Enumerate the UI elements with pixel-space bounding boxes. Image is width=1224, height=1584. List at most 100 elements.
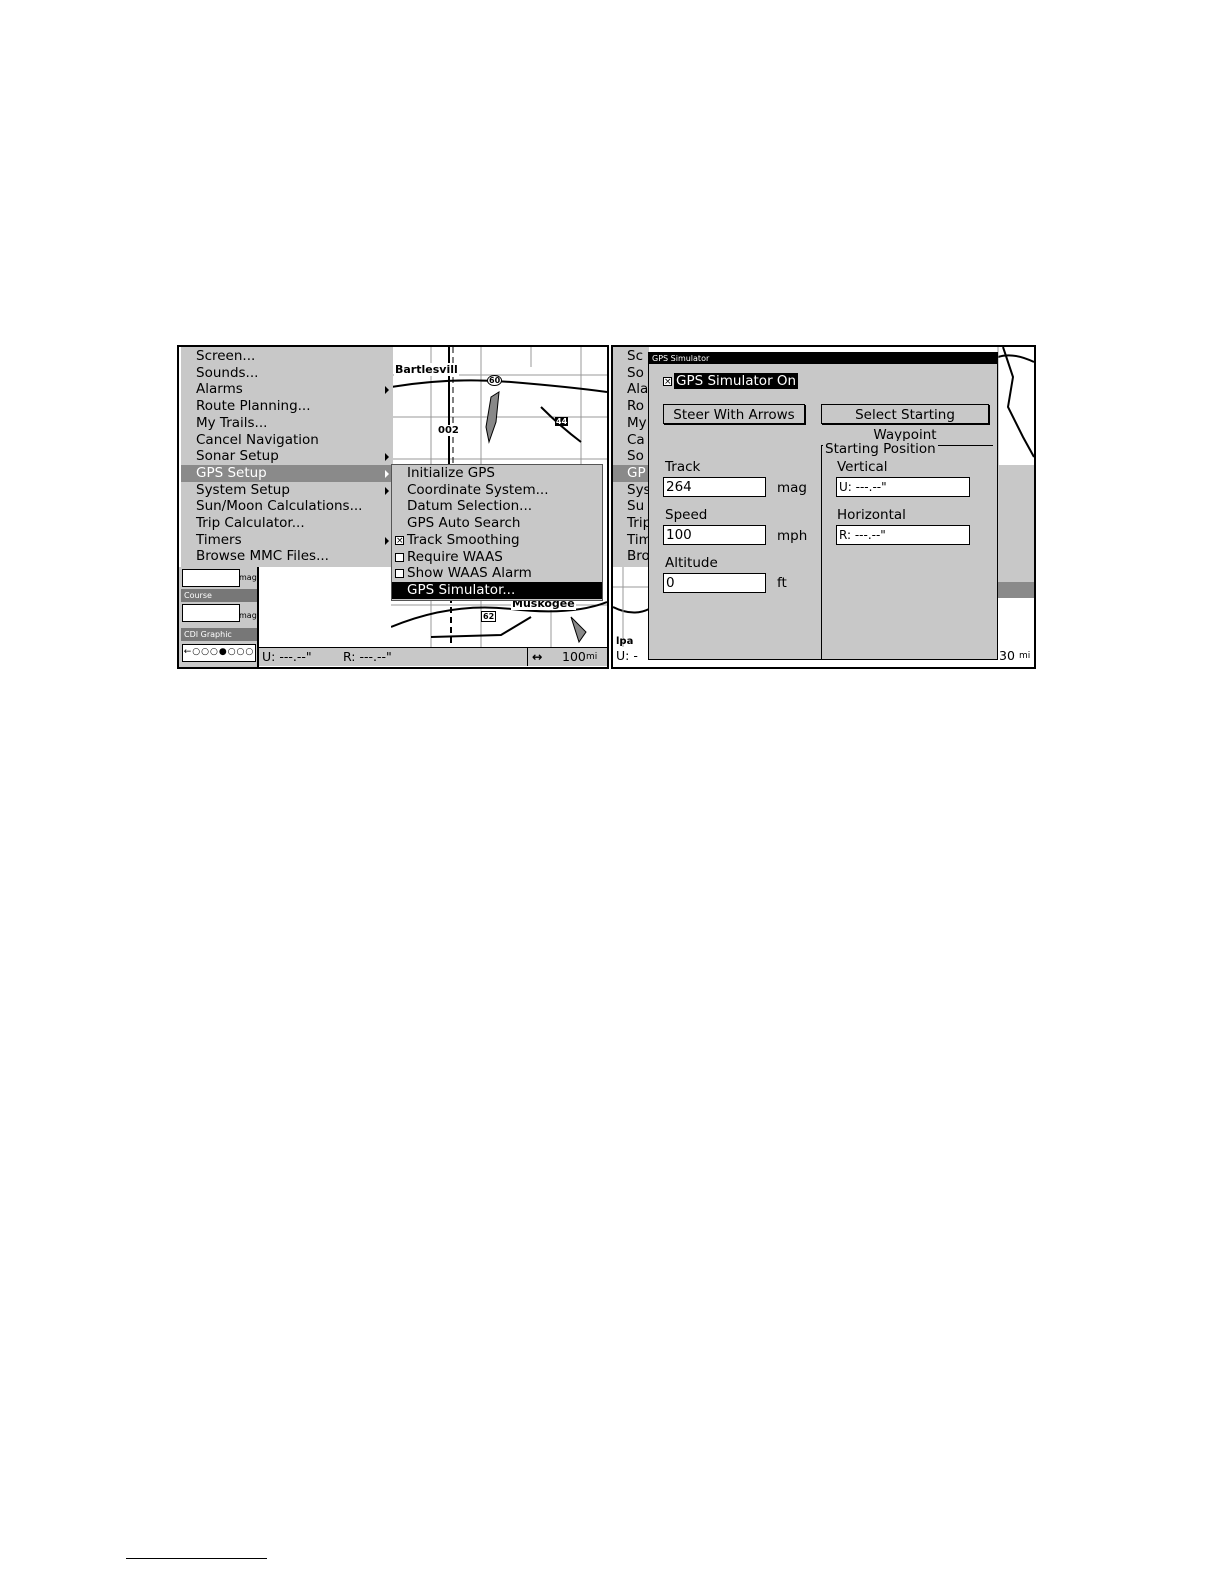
gps-setup-submenu: Initialize GPS Coordinate System... Datum …: [391, 464, 603, 601]
behind-menu-item: So: [627, 448, 644, 465]
altitude-unit: ft: [777, 575, 787, 591]
gps-submenu-item[interactable]: Require WAAS: [392, 549, 602, 566]
main-menu-item-label: My Trails...: [196, 414, 268, 431]
track-input[interactable]: 264: [663, 477, 766, 497]
behind-menu-item: Bro: [627, 548, 650, 565]
main-menu: Screen... Sounds... Alarms Route Planning..…: [181, 347, 393, 567]
range-unit: mi: [586, 652, 598, 662]
gps-submenu-item-label: Show WAAS Alarm: [407, 565, 532, 582]
main-menu-item[interactable]: System Setup: [181, 482, 393, 499]
left-screen: Bartlesvill 60 44 002 Muskogee 62 Screen…: [177, 345, 609, 669]
main-menu-item[interactable]: Cancel Navigation: [181, 432, 393, 449]
main-menu-item[interactable]: Browse MMC Files...: [181, 548, 393, 565]
main-menu-item[interactable]: Timers: [181, 532, 393, 549]
main-menu-item[interactable]: Sun/Moon Calculations...: [181, 498, 393, 515]
right-status-u-readout: U: -: [616, 648, 638, 663]
main-menu-item-label: Trip Calculator...: [196, 515, 305, 531]
main-menu-item[interactable]: Alarms: [181, 381, 393, 398]
submenu-arrow-icon: [385, 486, 389, 495]
select-starting-waypoint-button[interactable]: Select Starting Waypoint: [821, 404, 989, 443]
gps-submenu-item-label: Track Smoothing: [407, 531, 520, 548]
behind-menu-item: GP: [613, 464, 649, 482]
main-menu-item[interactable]: Sonar Setup: [181, 448, 393, 465]
submenu-arrow-icon: [385, 469, 389, 478]
gps-submenu-item-label: GPS Auto Search: [407, 515, 521, 532]
interstate-shield-44: 44: [555, 417, 569, 426]
status-r-readout: R: ---.--": [343, 649, 392, 664]
behind-menu-item: Ca: [627, 431, 645, 448]
range-value: 100: [562, 649, 586, 664]
range-arrows-icon: ↔: [532, 649, 543, 664]
main-menu-item[interactable]: Trip Calculator...: [181, 515, 393, 532]
gps-submenu-item[interactable]: Coordinate System...: [392, 482, 602, 499]
status-u-readout: U: ---.--": [262, 649, 312, 664]
gps-submenu-item[interactable]: Datum Selection...: [392, 498, 602, 515]
vertical-input[interactable]: U: ---.--": [836, 477, 970, 497]
data-panel: mag Course mag CDI Graphic ←○○○●○○○: [179, 567, 259, 667]
gps-submenu-item[interactable]: GPS Simulator...: [392, 581, 602, 599]
main-menu-item-label: Browse MMC Files...: [196, 548, 329, 565]
speed-input[interactable]: 100: [663, 525, 766, 545]
cdi-graphic-title: CDI Graphic: [181, 628, 257, 641]
gps-submenu-item-label: Initialize GPS: [407, 465, 495, 481]
starting-position-label: Starting Position: [823, 441, 938, 457]
behind-menu-item: So: [627, 364, 644, 381]
main-menu-item-label: Sonar Setup: [196, 448, 279, 465]
checkbox-icon[interactable]: ×: [395, 535, 404, 545]
altitude-label: Altitude: [665, 555, 718, 571]
horizontal-input[interactable]: R: ---.--": [836, 525, 970, 545]
submenu-arrow-icon: [385, 453, 389, 462]
course-title: Course: [181, 589, 257, 602]
submenu-arrow-icon: [385, 536, 389, 545]
gps-submenu-item[interactable]: × Track Smoothing: [392, 532, 602, 549]
cdi-graphic-scale: ←○○○●○○○: [182, 644, 256, 662]
right-status-bar: lpa U: - 30 mi: [613, 636, 1034, 665]
main-menu-item-label: GPS Setup: [196, 464, 267, 481]
behind-menu-item: Ala: [627, 381, 649, 398]
gps-submenu-item-label: Datum Selection...: [407, 498, 533, 515]
main-menu-item[interactable]: GPS Setup: [181, 464, 393, 482]
main-menu-item-label: Cancel Navigation: [196, 431, 319, 448]
right-screen: Sc So Ala Ro My Ca So GP Sys Su Trip Tim Bro GPS Sim…: [611, 345, 1036, 669]
horizontal-label: Horizontal: [837, 507, 906, 523]
main-menu-item-label: Alarms: [196, 381, 243, 398]
right-range-unit: mi: [1019, 651, 1031, 661]
simulator-on-checkbox-icon: ×: [663, 377, 672, 387]
altitude-input[interactable]: 0: [663, 573, 766, 593]
top-unit-label: mag: [239, 573, 257, 582]
simulator-on-label: GPS Simulator On: [674, 373, 799, 389]
gps-submenu-item[interactable]: GPS Auto Search: [392, 515, 602, 532]
right-range-value: 30: [999, 648, 1015, 663]
route-shield-62: 62: [481, 611, 497, 622]
gps-submenu-item-label: Require WAAS: [407, 548, 503, 565]
status-bar: U: ---.--" R: ---.--" ↔ 100 mi: [259, 647, 607, 666]
behind-menu-item: My: [627, 414, 647, 431]
speed-unit: mph: [777, 528, 808, 544]
main-menu-item[interactable]: My Trails...: [181, 415, 393, 432]
gps-submenu-item[interactable]: Show WAAS Alarm: [392, 565, 602, 582]
main-menu-item[interactable]: Route Planning...: [181, 398, 393, 415]
checkbox-icon[interactable]: [395, 552, 404, 562]
checkbox-icon[interactable]: [395, 569, 404, 579]
speed-label: Speed: [665, 507, 708, 523]
course-readout-box: [182, 604, 240, 622]
main-menu-item-label: System Setup: [196, 481, 290, 498]
city-label-bartlesville: Bartlesvill: [394, 363, 459, 376]
gps-submenu-item-label: Coordinate System...: [407, 481, 549, 498]
track-unit: mag: [777, 480, 807, 496]
main-menu-item[interactable]: Screen...: [181, 348, 393, 365]
range-indicator: ↔ 100 mi: [527, 648, 607, 666]
behind-menu-item: Su: [627, 498, 645, 515]
main-menu-item-label: Timers: [196, 531, 242, 548]
map-label-002: 002: [437, 425, 460, 436]
gps-simulator-dialog: GPS Simulator × GPS Simulator On Steer W…: [648, 352, 998, 660]
gps-submenu-item[interactable]: Initialize GPS: [392, 465, 602, 482]
steer-with-arrows-button[interactable]: Steer With Arrows: [663, 404, 805, 424]
footnote-rule: [126, 1558, 267, 1559]
behind-menu-item: Sc: [627, 348, 643, 364]
gps-submenu-item-label: GPS Simulator...: [407, 581, 516, 598]
main-menu-item[interactable]: Sounds...: [181, 365, 393, 382]
track-label: Track: [665, 459, 701, 475]
main-menu-item-label: Sun/Moon Calculations...: [196, 498, 363, 515]
top-readout-box: [182, 569, 240, 587]
